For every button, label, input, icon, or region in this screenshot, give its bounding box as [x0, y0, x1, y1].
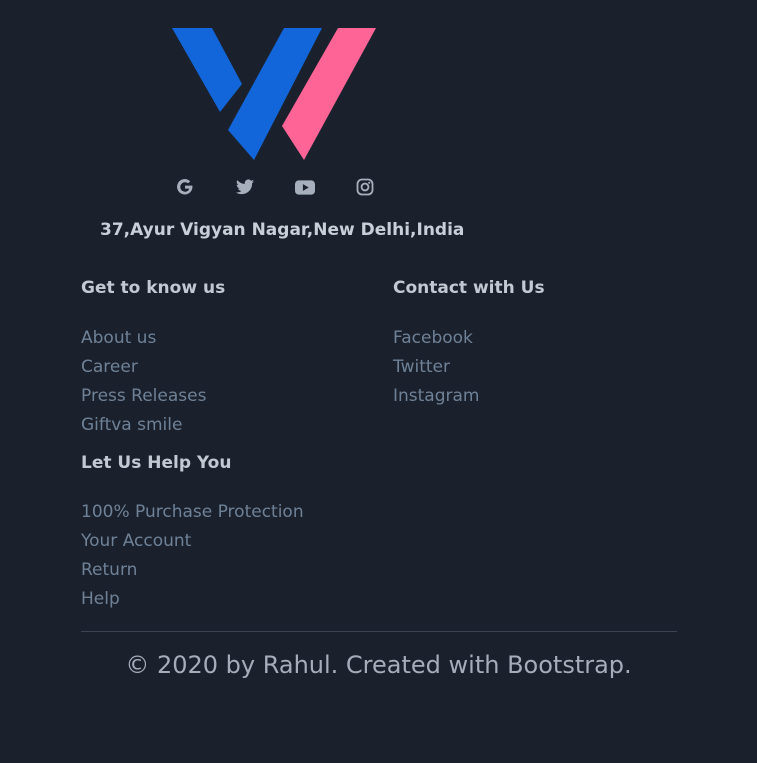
google-icon[interactable] [173, 176, 197, 198]
contact-links: Facebook Twitter Instagram [393, 323, 480, 410]
brand-logo[interactable] [172, 28, 378, 160]
link-purchase-protection[interactable]: 100% Purchase Protection [81, 502, 304, 522]
get-to-know-us-links: About us Career Press Releases Giftva sm… [81, 323, 206, 439]
list-item: About us [81, 323, 206, 352]
heading-contact-with-us: Contact with Us [393, 278, 545, 298]
heading-get-to-know-us: Get to know us [81, 278, 226, 298]
list-item: Giftva smile [81, 410, 206, 439]
list-item: Return [81, 555, 304, 584]
link-facebook[interactable]: Facebook [393, 328, 473, 348]
copyright-text: © 2020 by Rahul. Created with Bootstrap. [125, 651, 632, 679]
link-press-releases[interactable]: Press Releases [81, 386, 206, 406]
link-giftva-smile[interactable]: Giftva smile [81, 415, 182, 435]
link-twitter[interactable]: Twitter [393, 357, 450, 377]
youtube-icon[interactable] [293, 176, 317, 198]
link-about-us[interactable]: About us [81, 328, 156, 348]
list-item: Twitter [393, 352, 480, 381]
link-career[interactable]: Career [81, 357, 138, 377]
link-your-account[interactable]: Your Account [81, 531, 191, 551]
social-links [172, 176, 382, 198]
logo-blue-left-stroke [172, 28, 242, 112]
help-links: 100% Purchase Protection Your Account Re… [81, 497, 304, 613]
list-item: Facebook [393, 323, 480, 352]
heading-let-us-help-you: Let Us Help You [81, 453, 232, 473]
link-instagram[interactable]: Instagram [393, 386, 480, 406]
list-item: Instagram [393, 381, 480, 410]
link-return[interactable]: Return [81, 560, 137, 580]
list-item: Help [81, 584, 304, 613]
list-item: Career [81, 352, 206, 381]
list-item: 100% Purchase Protection [81, 497, 304, 526]
site-footer: 37,Ayur Vigyan Nagar,New Delhi,India Get… [0, 0, 757, 763]
twitter-icon[interactable] [233, 176, 257, 198]
list-item: Press Releases [81, 381, 206, 410]
instagram-icon[interactable] [353, 176, 377, 198]
list-item: Your Account [81, 526, 304, 555]
footer-divider [81, 631, 677, 632]
address: 37,Ayur Vigyan Nagar,New Delhi,India [100, 220, 465, 240]
link-help[interactable]: Help [81, 589, 120, 609]
